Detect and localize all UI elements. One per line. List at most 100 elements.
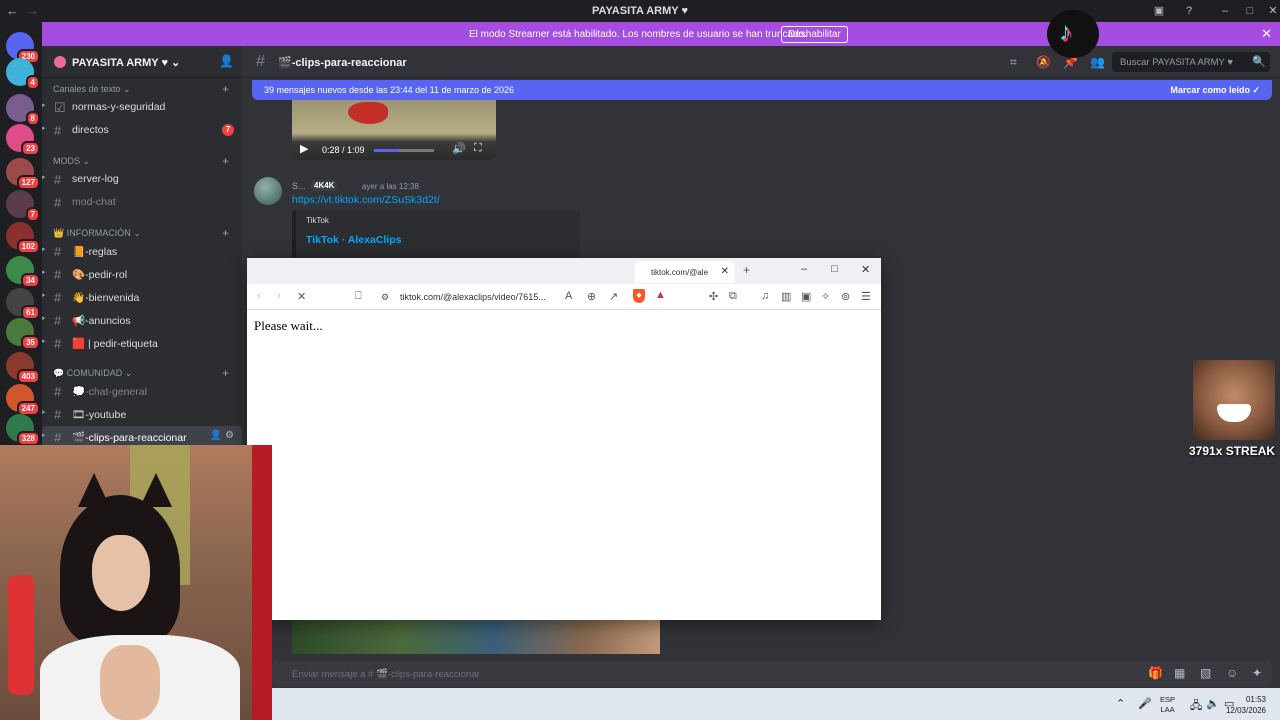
volume-icon[interactable]: 🔊 xyxy=(452,142,466,155)
category-informacion[interactable]: 👑 INFORMACIÓN ⌄ + xyxy=(53,226,229,240)
share-icon[interactable]: ↗ xyxy=(609,290,618,303)
microphone-icon[interactable]: 🎤 xyxy=(1138,697,1152,710)
chevron-up-icon[interactable]: ⌃ xyxy=(1116,697,1125,710)
server-icon[interactable]: 328 xyxy=(6,414,40,446)
close-tab-icon[interactable]: ✕ xyxy=(721,266,729,277)
apps-icon[interactable]: ✦ xyxy=(1252,666,1262,680)
vpn-icon[interactable]: ⊚ xyxy=(841,290,850,303)
brave-shield-icon[interactable]: ◆ xyxy=(633,289,645,303)
hash-icon: # xyxy=(54,172,62,187)
server-icon[interactable]: 102 xyxy=(6,222,40,254)
gif-icon[interactable]: ▦ xyxy=(1174,666,1185,680)
search-input[interactable]: Buscar PAYASITA ARMY ♥ 🔍 xyxy=(1112,52,1270,72)
channel-normas[interactable]: ▸ ☑ normas-y-seguridad xyxy=(42,96,242,118)
add-channel-icon[interactable]: + xyxy=(222,154,229,168)
sticker-icon[interactable]: ▧ xyxy=(1200,666,1211,680)
new-tab-icon[interactable]: + xyxy=(743,263,750,277)
leo-ai-icon[interactable]: ✧ xyxy=(821,290,830,303)
channel-pedir-rol[interactable]: ▸ # 🎨-pedir-rol xyxy=(42,263,242,285)
add-channel-icon[interactable]: + xyxy=(222,82,229,96)
maximize-icon[interactable]: □ xyxy=(831,263,838,275)
gift-icon[interactable]: 🎁 xyxy=(1148,666,1163,680)
server-icon[interactable]: 8 xyxy=(6,94,40,126)
wallet-icon[interactable]: ▣ xyxy=(801,290,811,303)
server-icon[interactable]: 61 xyxy=(6,288,40,320)
new-messages-bar[interactable]: 39 mensajes nuevos desde las 23:44 del 1… xyxy=(252,80,1272,100)
channel-settings-icon[interactable]: 👤 ⚙ xyxy=(210,430,234,441)
zoom-icon[interactable]: ⊕ xyxy=(587,290,596,303)
network-icon[interactable]: 🖧 xyxy=(1190,697,1202,716)
menu-icon[interactable]: ☰ xyxy=(861,290,871,303)
screenshot-icon[interactable]: ⧉ xyxy=(729,290,737,303)
hash-icon: # xyxy=(54,384,62,399)
site-info-icon[interactable]: ⚙ xyxy=(381,292,389,303)
category-text-channels[interactable]: Canales de texto ⌄ + xyxy=(53,82,229,96)
forward-icon[interactable]: › xyxy=(277,290,281,302)
inbox-icon[interactable]: ▣ xyxy=(1152,4,1166,18)
channel-youtube[interactable]: ▸ # 🎞-youtube xyxy=(42,403,242,425)
stop-loading-icon[interactable]: ✕ xyxy=(297,290,306,303)
close-window-icon[interactable]: ✕ xyxy=(861,263,870,276)
video-thumbnail[interactable] xyxy=(292,620,660,654)
message-link[interactable]: https://vt.tiktok.com/ZSuSk3d2t/ xyxy=(292,194,440,206)
back-icon[interactable]: ‹ xyxy=(257,290,261,302)
help-icon[interactable]: ? xyxy=(1182,4,1196,18)
channel-directos[interactable]: ▸ # directos 7 xyxy=(42,119,242,141)
language-indicator[interactable]: ESP LAA xyxy=(1160,695,1175,715)
bookmark-icon[interactable]: ⎕ xyxy=(355,290,362,303)
media-icon[interactable]: ♫ xyxy=(761,290,769,302)
embed-title[interactable]: TikTok · AlexaClips xyxy=(306,234,402,246)
disable-streamer-button[interactable]: Deshabilitar xyxy=(781,26,848,43)
emoji-icon[interactable]: ☺ xyxy=(1226,666,1238,680)
channel-reglas[interactable]: ▸ # 📙-reglas xyxy=(42,240,242,262)
close-window-icon[interactable]: ✕ xyxy=(1266,4,1280,18)
mark-as-read-button[interactable]: Marcar como leído ✓ xyxy=(1170,85,1260,96)
server-icon[interactable]: 34 xyxy=(6,256,40,288)
close-icon[interactable]: ✕ xyxy=(1261,26,1272,42)
clock[interactable]: 01:53 12/03/2026 xyxy=(1226,694,1266,716)
channel-anuncios[interactable]: ▸ # 📢-anuncios xyxy=(42,309,242,331)
hash-icon: # xyxy=(54,336,62,351)
server-icon[interactable]: 35 xyxy=(6,318,40,350)
avatar[interactable] xyxy=(254,177,282,205)
members-icon[interactable]: 👥 xyxy=(1090,55,1105,69)
hash-icon: # xyxy=(54,123,62,138)
direct-messages-icon[interactable]: 230 xyxy=(6,32,40,64)
server-icon[interactable]: 7 xyxy=(6,190,40,222)
minimize-icon[interactable]: – xyxy=(1218,4,1232,18)
video-progress[interactable] xyxy=(374,149,434,152)
channel-bienvenida[interactable]: ▸ # 👋-bienvenida xyxy=(42,286,242,308)
channel-pedir-etiqueta[interactable]: ▸ # 🟥 | pedir-etiqueta xyxy=(42,332,242,354)
add-channel-icon[interactable]: + xyxy=(222,366,229,380)
brave-rewards-icon[interactable]: ▲ xyxy=(655,289,666,301)
channel-mod-chat[interactable]: # mod-chat xyxy=(42,191,242,213)
server-icon[interactable]: 23 xyxy=(6,124,40,156)
maximize-icon[interactable]: □ xyxy=(1243,4,1257,18)
streamer-neckline xyxy=(100,645,160,720)
server-icon[interactable]: 247 xyxy=(6,384,40,416)
address-bar[interactable]: tiktok.com/@alexaclips/video/7615... xyxy=(400,292,546,302)
browser-tab[interactable]: tiktok.com/@ale ✕ xyxy=(635,261,735,283)
volume-icon[interactable]: 🔈 xyxy=(1206,697,1220,710)
category-comunidad[interactable]: 💬 COMUNIDAD ⌄ + xyxy=(53,366,229,380)
sidebar-icon[interactable]: ▥ xyxy=(781,290,791,303)
add-channel-icon[interactable]: + xyxy=(222,226,229,240)
play-icon[interactable]: ▶ xyxy=(300,142,308,155)
category-mods[interactable]: MODS ⌄ + xyxy=(53,154,229,168)
server-icon[interactable]: 127 xyxy=(6,158,40,190)
add-user-icon[interactable]: 👤 xyxy=(219,54,234,68)
extensions-icon[interactable]: ✣ xyxy=(709,290,718,303)
notifications-off-icon[interactable]: 🔕 xyxy=(1036,55,1051,69)
threads-icon[interactable]: ⌗ xyxy=(1010,55,1017,70)
minimize-icon[interactable]: – xyxy=(801,263,807,275)
channel-server-log[interactable]: ▸ # server-log xyxy=(42,168,242,190)
mention-badge: 7 xyxy=(222,124,234,136)
server-header[interactable]: PAYASITA ARMY ♥ ⌄ 👤 xyxy=(42,46,242,78)
fullscreen-icon[interactable]: ⛶ xyxy=(474,142,482,155)
message-author[interactable]: S... xyxy=(292,181,306,191)
translate-icon[interactable]: A xyxy=(565,290,572,302)
server-icon[interactable]: 403 xyxy=(6,352,40,384)
message-composer[interactable]: Enviar mensaje a # 🎬-clips-para-reaccion… xyxy=(272,661,1272,687)
server-icon[interactable]: 4 xyxy=(6,58,40,90)
channel-chat-general[interactable]: # 💭-chat-general xyxy=(42,380,242,402)
